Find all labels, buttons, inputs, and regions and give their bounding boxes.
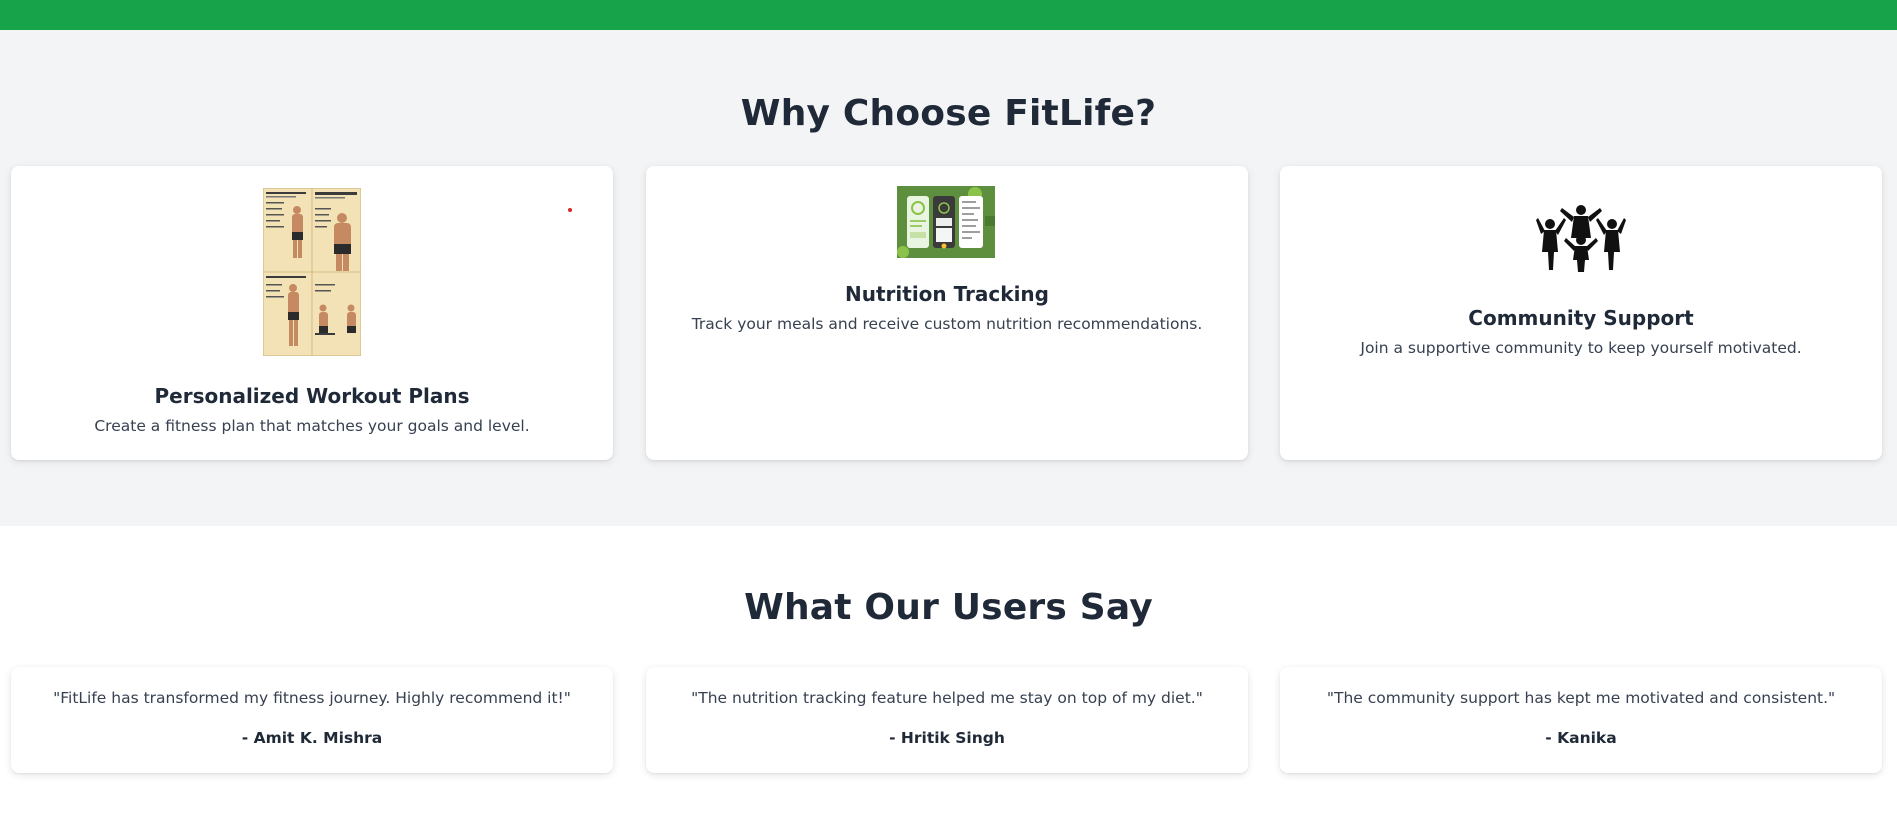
community-people-icon <box>1536 204 1626 272</box>
testimonial-quote: "FitLife has transformed my fitness jour… <box>53 689 571 707</box>
testimonial-card: "FitLife has transformed my fitness jour… <box>11 667 613 773</box>
red-dot-marker <box>568 208 572 212</box>
feature-card-nutrition: Nutrition Tracking Track your meals and … <box>646 166 1248 460</box>
feature-card-community: Community Support Join a supportive comm… <box>1280 166 1882 460</box>
card-title: Personalized Workout Plans <box>154 384 470 408</box>
nutrition-app-screens-image <box>897 186 995 258</box>
testimonials-heading: What Our Users Say <box>744 587 1153 628</box>
workout-plan-poster-image <box>262 187 362 357</box>
testimonial-quote: "The nutrition tracking feature helped m… <box>691 689 1203 707</box>
top-nav-bar <box>0 0 1897 30</box>
testimonial-card: "The nutrition tracking feature helped m… <box>646 667 1248 773</box>
card-title: Community Support <box>1468 306 1694 330</box>
testimonial-quote: "The community support has kept me motiv… <box>1326 689 1836 707</box>
testimonial-card: "The community support has kept me motiv… <box>1280 667 1882 773</box>
card-description: Join a supportive community to keep your… <box>1360 339 1802 357</box>
testimonial-author: - Kanika <box>1545 729 1617 747</box>
features-section: Why Choose FitLife? Personalized Workout… <box>0 30 1897 526</box>
card-description: Create a fitness plan that matches your … <box>94 417 530 435</box>
card-title: Nutrition Tracking <box>845 282 1049 306</box>
testimonial-author: - Amit K. Mishra <box>241 729 383 747</box>
testimonial-author: - Hritik Singh <box>889 729 1005 747</box>
card-description: Track your meals and receive custom nutr… <box>691 315 1203 333</box>
features-heading: Why Choose FitLife? <box>740 93 1157 134</box>
feature-card-workout: Personalized Workout Plans Create a fitn… <box>11 166 613 460</box>
